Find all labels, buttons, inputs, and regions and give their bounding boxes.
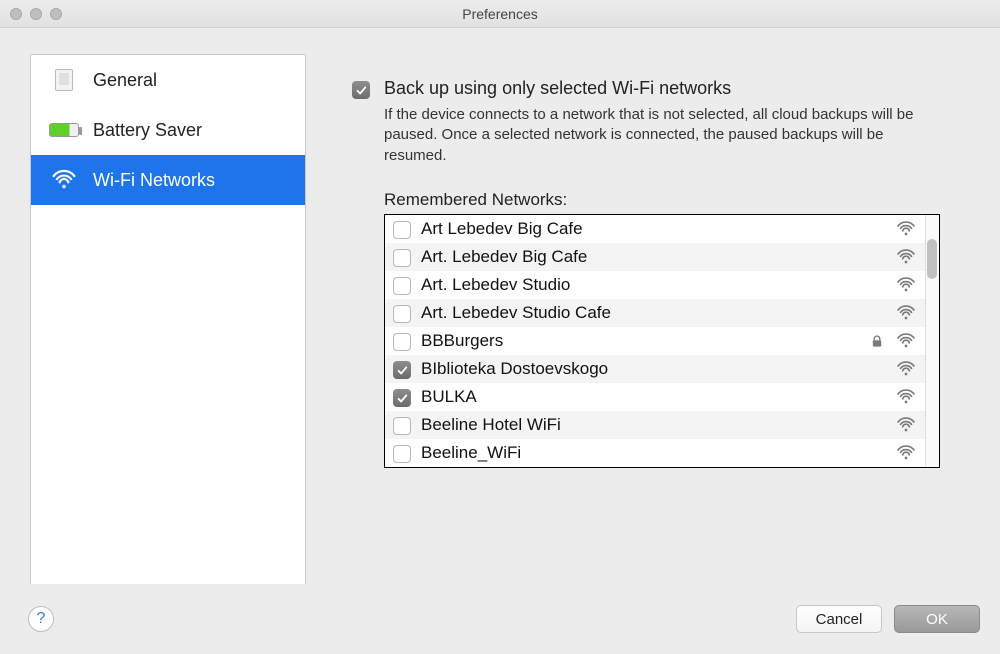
network-row[interactable]: Art. Lebedev Big Cafe xyxy=(385,243,925,271)
backup-option-row: Back up using only selected Wi-Fi networ… xyxy=(352,78,950,99)
general-icon xyxy=(49,69,79,91)
network-row[interactable]: Beeline_WiFi xyxy=(385,439,925,467)
ok-button[interactable]: OK xyxy=(894,605,980,633)
network-checkbox[interactable] xyxy=(393,445,411,463)
window-title: Preferences xyxy=(0,6,1000,22)
network-rows-container[interactable]: Art Lebedev Big Cafe Art. Lebedev Big Caf… xyxy=(385,215,925,467)
network-name: Art Lebedev Big Cafe xyxy=(421,219,859,239)
remembered-networks-list: Art Lebedev Big Cafe Art. Lebedev Big Caf… xyxy=(384,214,940,468)
network-checkbox[interactable] xyxy=(393,389,411,407)
network-row[interactable]: Art Lebedev Big Cafe xyxy=(385,215,925,243)
wifi-signal-icon xyxy=(895,443,917,463)
network-row[interactable]: Beeline Hotel WiFi xyxy=(385,411,925,439)
lock-icon xyxy=(869,334,885,348)
network-row[interactable]: BULKA xyxy=(385,383,925,411)
network-name: Beeline_WiFi xyxy=(421,443,859,463)
titlebar: Preferences xyxy=(0,0,1000,28)
wifi-signal-icon xyxy=(895,359,917,379)
network-row[interactable]: Art. Lebedev Studio xyxy=(385,271,925,299)
backup-option-label: Back up using only selected Wi-Fi networ… xyxy=(384,78,731,99)
sidebar-item-label: Wi-Fi Networks xyxy=(93,170,215,191)
network-row[interactable]: Art. Lebedev Studio Cafe xyxy=(385,299,925,327)
help-button[interactable]: ? xyxy=(28,606,54,632)
network-row[interactable]: BIblioteka Dostoevskogo xyxy=(385,355,925,383)
wifi-signal-icon xyxy=(895,387,917,407)
wifi-icon xyxy=(49,169,79,191)
content-panel: Back up using only selected Wi-Fi networ… xyxy=(324,54,978,636)
network-checkbox[interactable] xyxy=(393,249,411,267)
cancel-button-label: Cancel xyxy=(816,611,863,628)
network-name: Beeline Hotel WiFi xyxy=(421,415,859,435)
sidebar-item-wifi-networks[interactable]: Wi-Fi Networks xyxy=(31,155,305,205)
wifi-signal-icon xyxy=(895,331,917,351)
network-checkbox[interactable] xyxy=(393,333,411,351)
network-name: Art. Lebedev Studio Cafe xyxy=(421,303,859,323)
network-name: Art. Lebedev Studio xyxy=(421,275,859,295)
minimize-window-button[interactable] xyxy=(30,8,42,20)
wifi-signal-icon xyxy=(895,303,917,323)
backup-option-description: If the device connects to a network that… xyxy=(384,105,944,166)
battery-icon xyxy=(49,119,79,141)
network-checkbox[interactable] xyxy=(393,361,411,379)
sidebar-item-battery-saver[interactable]: Battery Saver xyxy=(31,105,305,155)
network-name: BIblioteka Dostoevskogo xyxy=(421,359,859,379)
help-icon: ? xyxy=(37,610,46,628)
network-row[interactable]: BBBurgers xyxy=(385,327,925,355)
network-name: Art. Lebedev Big Cafe xyxy=(421,247,859,267)
ok-button-label: OK xyxy=(926,611,948,628)
wifi-signal-icon xyxy=(895,219,917,239)
window-controls xyxy=(10,8,62,20)
sidebar-item-label: Battery Saver xyxy=(93,120,202,141)
scrollbar-thumb[interactable] xyxy=(927,239,937,279)
sidebar-item-label: General xyxy=(93,70,157,91)
wifi-signal-icon xyxy=(895,275,917,295)
remembered-networks-label: Remembered Networks: xyxy=(384,190,950,210)
scrollbar-track[interactable] xyxy=(925,215,939,467)
cancel-button[interactable]: Cancel xyxy=(796,605,882,633)
wifi-signal-icon xyxy=(895,415,917,435)
backup-checkbox[interactable] xyxy=(352,81,370,99)
sidebar: General Battery Saver Wi-Fi Networks xyxy=(30,54,306,636)
zoom-window-button[interactable] xyxy=(50,8,62,20)
footer: ? Cancel OK xyxy=(0,584,1000,654)
network-checkbox[interactable] xyxy=(393,277,411,295)
sidebar-item-general[interactable]: General xyxy=(31,55,305,105)
network-name: BULKA xyxy=(421,387,859,407)
network-name: BBBurgers xyxy=(421,331,859,351)
close-window-button[interactable] xyxy=(10,8,22,20)
wifi-signal-icon xyxy=(895,247,917,267)
network-checkbox[interactable] xyxy=(393,305,411,323)
network-checkbox[interactable] xyxy=(393,417,411,435)
network-checkbox[interactable] xyxy=(393,221,411,239)
window-body: General Battery Saver Wi-Fi Networks Bac… xyxy=(0,28,1000,654)
